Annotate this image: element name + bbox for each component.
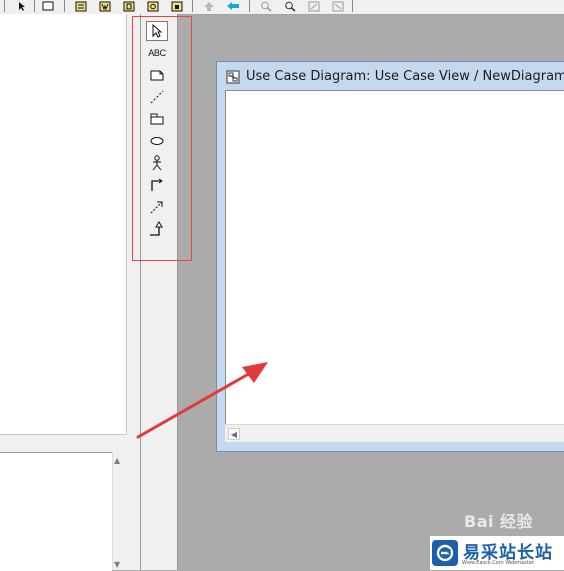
scroll-up-icon[interactable]: ▲ [114,456,120,465]
zoom-in-icon[interactable] [258,0,274,12]
doc-icon[interactable] [121,0,137,12]
doc-icon[interactable] [97,0,113,12]
zoom-out-icon[interactable] [282,0,298,12]
top-toolbar [0,0,564,15]
scroll-down-icon[interactable]: ▼ [114,560,120,569]
toolbar-separator [192,0,193,12]
toolbar-separator [4,0,5,12]
site-url: Www.Easck.Com Webmaster [462,560,534,566]
diagram-horizontal-scrollbar[interactable] [225,424,564,442]
site-logo-icon [432,540,458,566]
back-arrow-icon[interactable] [225,0,241,12]
toolbar-separator [64,0,65,12]
undo-fit-icon[interactable] [330,0,346,12]
pointer-icon[interactable] [14,0,30,12]
toolbox-highlight-box [132,16,192,261]
toolbar-separator [352,0,353,12]
diagram-titlebar[interactable]: Use Case Diagram: Use Case View / NewDia… [217,62,564,90]
blank-box-icon[interactable] [40,0,56,12]
baidu-watermark: Bai 经验 [464,512,534,531]
documentation-scrollbar[interactable] [112,452,127,570]
toolbar-separator [249,0,250,12]
diagram-title: Use Case Diagram: Use Case View / NewDia… [246,68,564,84]
diagram-canvas[interactable] [225,90,564,424]
browser-tree[interactable] [0,14,127,435]
doc-icon[interactable] [169,0,185,12]
fit-window-icon[interactable] [306,0,322,12]
diagram-icon [226,69,240,84]
doc-icon[interactable] [145,0,161,12]
documentation-pane[interactable] [0,452,112,571]
up-arrow-icon[interactable] [201,0,217,12]
doc-icon[interactable] [73,0,89,12]
scroll-left-icon[interactable]: ◀ [228,428,240,440]
toolbar-separator [34,0,35,12]
